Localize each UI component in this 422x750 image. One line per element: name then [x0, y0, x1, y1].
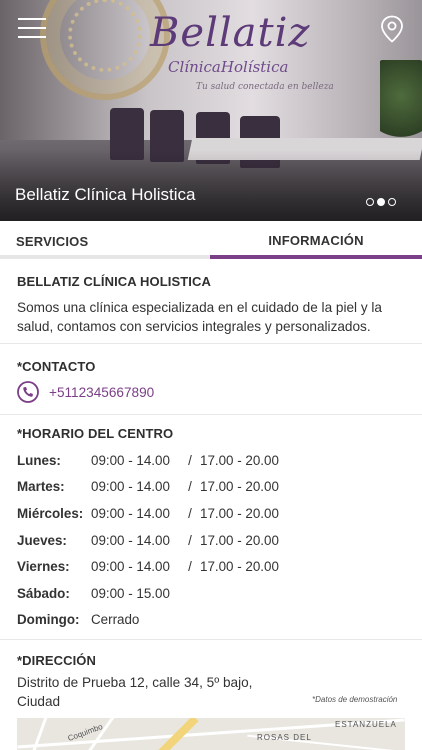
tab-bar: SERVICIOS INFORMACIÓN — [0, 221, 422, 259]
hours-day: Martes: — [17, 479, 65, 495]
hours-afternoon: 17.00 - 20.00 — [200, 505, 279, 521]
carousel-indicator[interactable] — [366, 198, 396, 206]
map-label: ESTANZUELA — [335, 720, 397, 729]
hours-row: Domingo: Cerrado — [17, 607, 405, 634]
hours-day: Miércoles: — [17, 505, 84, 521]
hero-title: Bellatiz Clínica Holistica — [15, 185, 196, 204]
phone-number[interactable]: +5112345667890 — [49, 385, 154, 400]
hours-row: Viernes: 09:00 - 14.00 / 17.00 - 20.00 — [17, 553, 405, 580]
hours-separator: / — [188, 505, 192, 521]
hours-day: Jueves: — [17, 532, 67, 548]
address-text: Distrito de Prueba 12, calle 34, 5º bajo… — [17, 675, 253, 709]
plant-decoration — [380, 60, 422, 150]
map-pin-icon — [381, 15, 403, 43]
contact-section: *CONTACTO +5112345667890 — [0, 344, 422, 415]
phone-circle-icon — [17, 381, 39, 403]
contact-title: *CONTACTO — [17, 359, 96, 374]
brand-logo-subtitle: ClínicaHolística — [168, 58, 289, 76]
location-map[interactable]: ESTANZUELA ROSAS DEL Coquimbo — [17, 718, 405, 750]
hours-day: Sábado: — [17, 585, 70, 601]
hours-table: Lunes: 09:00 - 14.00 / 17.00 - 20.00 Mar… — [17, 447, 405, 633]
map-label: ROSAS DEL — [257, 733, 312, 742]
hours-afternoon: 17.00 - 20.00 — [200, 532, 279, 548]
tab-informacion[interactable]: INFORMACIÓN — [210, 221, 422, 259]
address-section: *DIRECCIÓN Distrito de Prueba 12, calle … — [0, 640, 422, 750]
about-title: BELLATIZ CLÍNICA HOLISTICA — [17, 274, 211, 289]
hours-row: Jueves: 09:00 - 14.00 / 17.00 - 20.00 — [17, 527, 405, 554]
demo-data-note: *Datos de demostración — [312, 695, 398, 704]
carousel-dot[interactable] — [388, 198, 396, 206]
carousel-dot[interactable] — [366, 198, 374, 206]
hours-row: Martes: 09:00 - 14.00 / 17.00 - 20.00 — [17, 474, 405, 501]
hours-separator: / — [188, 559, 192, 575]
hours-closed: Cerrado — [91, 612, 140, 628]
menu-button[interactable] — [18, 18, 46, 38]
hamburger-menu-icon — [18, 18, 46, 20]
hours-day: Lunes: — [17, 452, 61, 468]
hours-afternoon: 17.00 - 20.00 — [200, 452, 279, 468]
carousel-dot-active[interactable] — [377, 198, 385, 206]
address-title: *DIRECCIÓN — [17, 653, 97, 668]
about-section: BELLATIZ CLÍNICA HOLISTICA Somos una clí… — [0, 259, 422, 344]
hours-title: *HORARIO DEL CENTRO — [17, 426, 174, 441]
hours-afternoon: 17.00 - 20.00 — [200, 559, 279, 575]
hours-row: Miércoles: 09:00 - 14.00 / 17.00 - 20.00 — [17, 500, 405, 527]
hours-row: Sábado: 09:00 - 15.00 — [17, 580, 405, 607]
about-description: Somos una clínica especializada en el cu… — [17, 300, 382, 334]
hamburger-menu-icon — [18, 36, 46, 38]
tab-servicios[interactable]: SERVICIOS — [0, 221, 210, 259]
hours-morning: 09:00 - 14.00 — [91, 452, 170, 468]
hours-afternoon: 17.00 - 20.00 — [200, 479, 279, 495]
hours-separator: / — [188, 532, 192, 548]
hours-morning: 09:00 - 14.00 — [91, 532, 170, 548]
hours-day: Domingo: — [17, 612, 80, 628]
mandala-decoration-inner — [68, 0, 142, 72]
hours-morning: 09:00 - 14.00 — [91, 559, 170, 575]
hamburger-menu-icon — [18, 27, 46, 29]
hours-morning: 09:00 - 14.00 — [91, 505, 170, 521]
hours-separator: / — [188, 479, 192, 495]
location-button[interactable] — [380, 15, 404, 43]
brand-logo-tagline: Tu salud conectada en belleza — [196, 82, 334, 92]
hours-separator: / — [188, 452, 192, 468]
hours-section: *HORARIO DEL CENTRO Lunes: 09:00 - 14.00… — [0, 415, 422, 640]
hours-morning: 09:00 - 15.00 — [91, 585, 170, 601]
hours-morning: 09:00 - 14.00 — [91, 479, 170, 495]
hours-row: Lunes: 09:00 - 14.00 / 17.00 - 20.00 — [17, 447, 405, 474]
hero-banner[interactable]: Bellatiz ClínicaHolística Tu salud conec… — [0, 0, 422, 221]
brand-logo-text: Bellatiz — [150, 10, 311, 56]
hours-day: Viernes: — [17, 559, 70, 575]
phone-link[interactable]: +5112345667890 — [17, 381, 405, 403]
